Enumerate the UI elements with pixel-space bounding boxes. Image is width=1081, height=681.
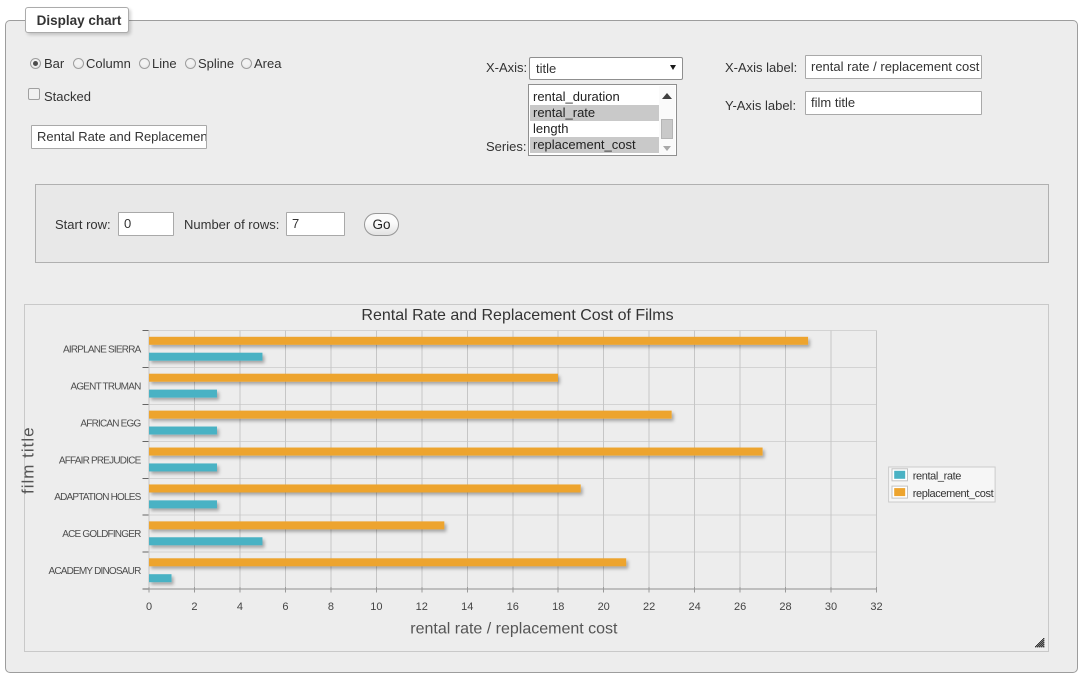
svg-text:Rental Rate and Replacement Co: Rental Rate and Replacement Cost of Film…: [361, 307, 673, 324]
svg-text:ACE GOLDFINGER: ACE GOLDFINGER: [62, 529, 141, 540]
svg-text:rental rate / replacement cost: rental rate / replacement cost: [410, 621, 618, 638]
svg-text:26: 26: [734, 601, 746, 613]
svg-text:0: 0: [146, 601, 152, 613]
svg-text:12: 12: [416, 601, 428, 613]
svg-text:AFRICAN EGG: AFRICAN EGG: [80, 418, 141, 429]
svg-text:AIRPLANE SIERRA: AIRPLANE SIERRA: [63, 345, 142, 356]
svg-text:18: 18: [552, 601, 564, 613]
svg-text:ACADEMY DINOSAUR: ACADEMY DINOSAUR: [48, 566, 141, 577]
svg-text:rental_rate: rental_rate: [913, 471, 961, 483]
svg-text:20: 20: [598, 601, 610, 613]
svg-text:30: 30: [825, 601, 837, 613]
svg-text:ADAPTATION HOLES: ADAPTATION HOLES: [54, 492, 141, 503]
svg-text:replacement_cost: replacement_cost: [913, 488, 994, 500]
svg-text:film title: film title: [19, 426, 38, 494]
svg-text:16: 16: [507, 601, 519, 613]
svg-text:8: 8: [328, 601, 334, 613]
svg-text:2: 2: [191, 601, 197, 613]
svg-text:14: 14: [461, 601, 473, 613]
svg-text:10: 10: [370, 601, 382, 613]
svg-text:AFFAIR PREJUDICE: AFFAIR PREJUDICE: [59, 455, 142, 466]
svg-text:32: 32: [870, 601, 882, 613]
svg-text:22: 22: [643, 601, 655, 613]
svg-text:28: 28: [779, 601, 791, 613]
svg-text:6: 6: [282, 601, 288, 613]
svg-text:AGENT TRUMAN: AGENT TRUMAN: [70, 381, 141, 392]
svg-text:4: 4: [237, 601, 243, 613]
svg-text:24: 24: [688, 601, 700, 613]
